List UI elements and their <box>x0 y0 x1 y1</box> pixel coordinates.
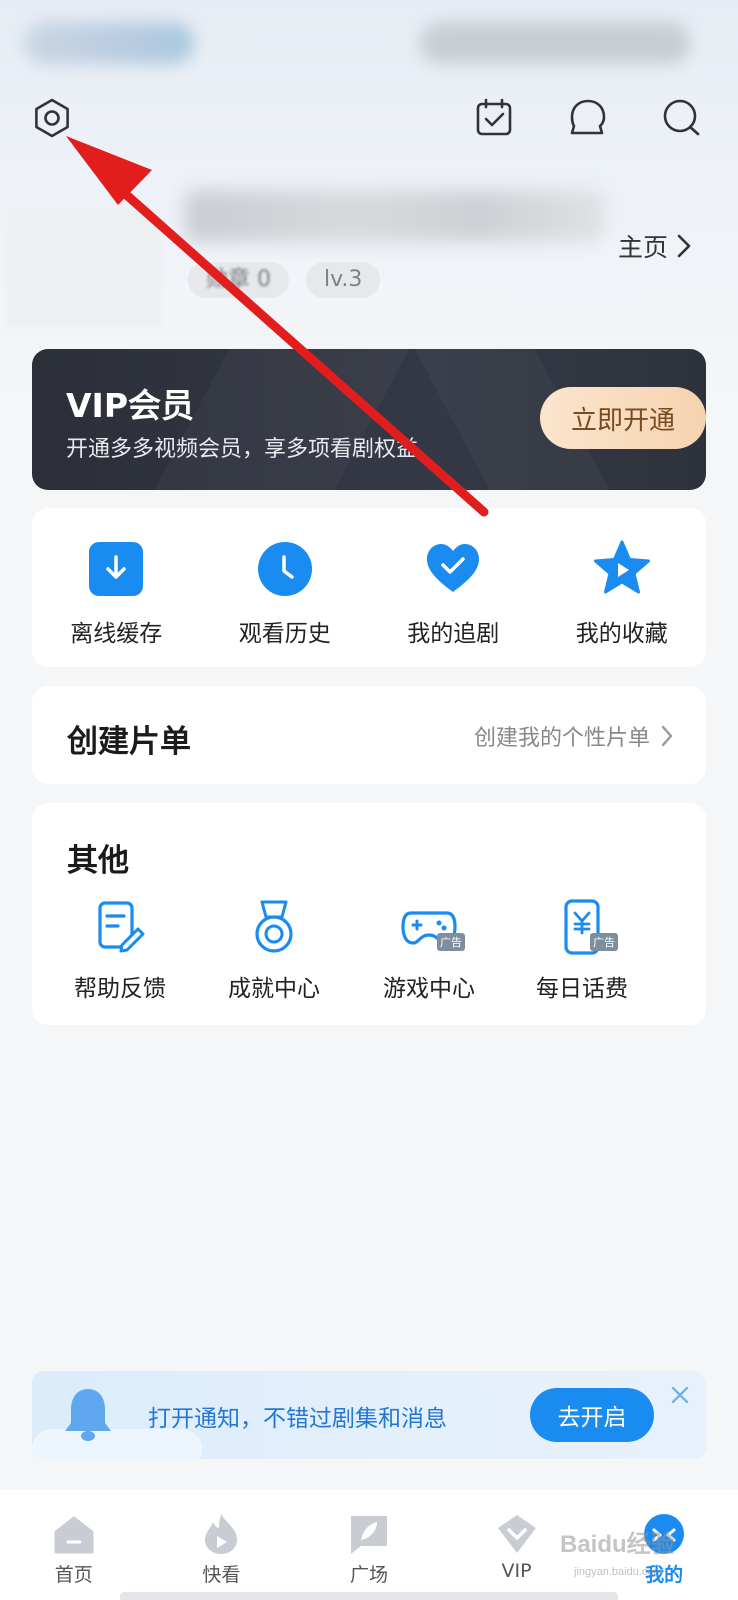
quick-item-watch-history[interactable]: 观看历史 <box>201 508 370 667</box>
medal-badge[interactable]: 勋章 0 <box>188 262 289 298</box>
close-icon[interactable] <box>668 1383 692 1407</box>
bell-icon <box>65 1389 111 1441</box>
playlist-title: 创建片单 <box>67 724 191 760</box>
other-item-feedback[interactable]: 帮助反馈 <box>50 899 190 1003</box>
play-flame-icon <box>205 1514 238 1554</box>
feedback-edit-icon <box>98 901 145 953</box>
tab-quick-watch[interactable]: 快看 <box>148 1490 296 1600</box>
other-item-achievements[interactable]: 成就中心 <box>204 899 344 1003</box>
user-name-blurred <box>185 190 605 242</box>
tab-label: 广场 <box>349 1564 388 1586</box>
home-indicator <box>120 1592 618 1600</box>
avatar[interactable] <box>6 208 162 328</box>
ad-tag: 广告 <box>590 933 618 951</box>
watermark-url: jingyan.baidu.com <box>574 1566 663 1578</box>
quick-actions-card: 离线缓存 观看历史 我的追剧 我的收藏 <box>32 508 706 667</box>
playlist-link-label: 创建我的个性片单 <box>473 726 650 751</box>
settings-hexagon-icon[interactable] <box>28 94 76 142</box>
other-item-game-center[interactable]: 广告 游戏中心 <box>359 899 499 1003</box>
tab-label: 首页 <box>54 1564 93 1586</box>
star-icon <box>593 540 650 594</box>
status-bar-left <box>24 22 194 64</box>
other-card: 其他 帮助反馈 成就中心 广告 游戏中心 广告 每日话费 <box>32 803 706 1025</box>
ad-tag: 广告 <box>437 933 465 951</box>
heart-icon <box>427 544 480 592</box>
watermark: Baidu经验 <box>560 1531 675 1558</box>
message-bubble-icon[interactable] <box>564 94 612 142</box>
quick-item-label: 我的收藏 <box>575 621 668 647</box>
vip-subtitle: 开通多多视频会员，享多项看剧权益 <box>66 437 419 462</box>
status-bar-right <box>420 22 690 64</box>
tab-plaza[interactable]: 广场 <box>295 1490 443 1600</box>
vip-diamond-icon <box>497 1515 536 1553</box>
other-item-label: 每日话费 <box>536 976 628 1002</box>
notification-text: 打开通知，不错过剧集和消息 <box>148 1406 447 1432</box>
quick-item-my-series[interactable]: 我的追剧 <box>369 508 538 667</box>
quick-item-offline-cache[interactable]: 离线缓存 <box>32 508 201 667</box>
other-item-label: 帮助反馈 <box>74 976 166 1002</box>
tab-label: 快看 <box>202 1564 241 1586</box>
vip-title: VIP会员 <box>66 386 195 425</box>
clock-icon <box>257 542 312 596</box>
chevron-right-icon <box>677 234 691 258</box>
vip-card[interactable]: VIP会员 开通多多视频会员，享多项看剧权益 立即开通 <box>32 349 706 490</box>
other-item-label: 成就中心 <box>228 976 320 1002</box>
quick-item-label: 我的追剧 <box>407 621 500 647</box>
search-icon[interactable] <box>658 94 706 142</box>
enable-notification-button[interactable]: 去开启 <box>530 1388 654 1442</box>
medal-icon <box>255 900 293 953</box>
banner-cloud-decoration <box>32 1429 202 1459</box>
tab-home[interactable]: 首页 <box>0 1490 148 1600</box>
homepage-label: 主页 <box>618 233 669 262</box>
quick-item-label: 观看历史 <box>238 621 331 647</box>
notification-banner: 打开通知，不错过剧集和消息 去开启 <box>32 1371 706 1459</box>
other-item-label: 游戏中心 <box>383 976 475 1002</box>
level-badge[interactable]: lv.3 <box>306 262 381 298</box>
vip-open-button[interactable]: 立即开通 <box>540 387 706 449</box>
quick-item-my-favorites[interactable]: 我的收藏 <box>538 508 707 667</box>
other-title: 其他 <box>67 843 129 879</box>
calendar-check-icon[interactable] <box>470 94 518 142</box>
quick-item-label: 离线缓存 <box>70 621 163 647</box>
homepage-link[interactable]: 主页 <box>618 228 692 264</box>
tab-label: VIP <box>501 1560 532 1582</box>
other-item-daily-phone-credit[interactable]: 广告 每日话费 <box>512 899 652 1003</box>
chevron-right-icon <box>661 725 673 747</box>
download-icon <box>89 542 144 596</box>
square-leaf-icon <box>350 1516 387 1554</box>
home-icon <box>54 1516 94 1554</box>
create-playlist-card[interactable]: 创建片单 创建我的个性片单 <box>32 686 706 784</box>
playlist-link[interactable]: 创建我的个性片单 <box>474 720 674 752</box>
